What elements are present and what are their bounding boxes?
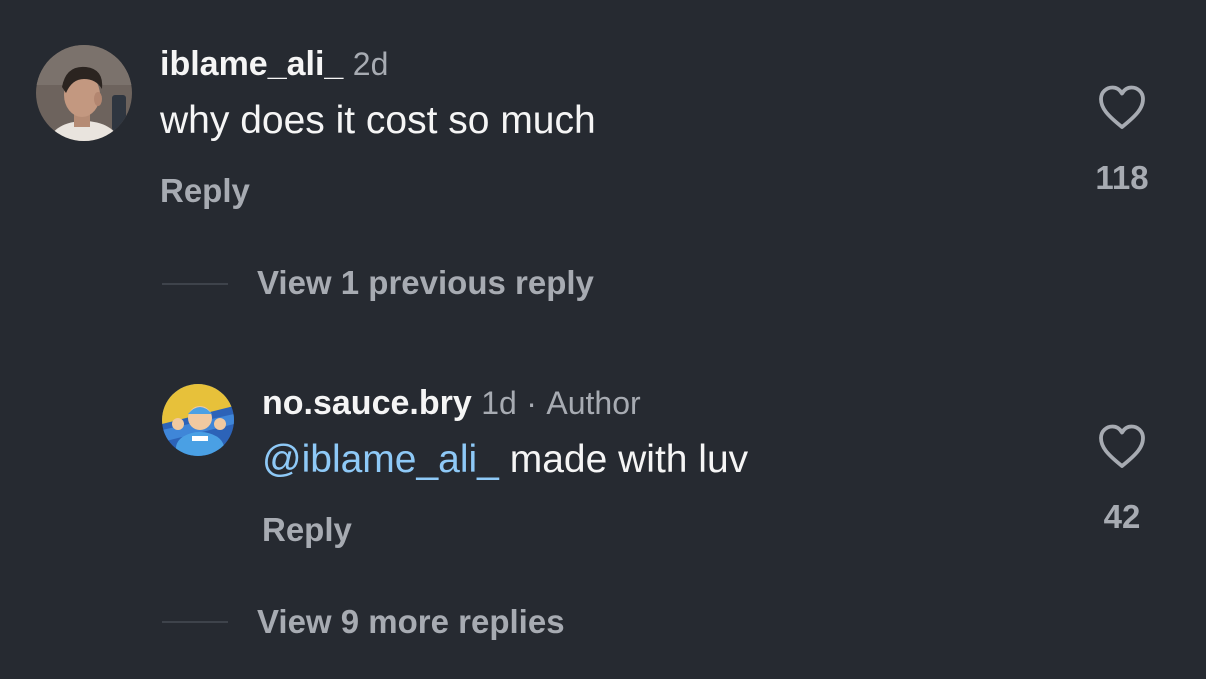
- like-count: 42: [1103, 498, 1141, 535]
- meta-separator: ·: [526, 385, 537, 421]
- mention-link[interactable]: @iblame_ali_: [262, 438, 499, 481]
- thread-line: [162, 621, 228, 623]
- comment-text: @iblame_ali_ made with luv: [262, 437, 748, 483]
- comment-time: 2d: [352, 46, 389, 82]
- avatar[interactable]: [162, 384, 234, 456]
- profile-photo-avatar-icon: [36, 45, 132, 141]
- heart-outline-icon: [1099, 85, 1145, 129]
- username-text[interactable]: iblame_ali_: [160, 45, 343, 83]
- cartoon-avatar-icon: [162, 384, 234, 456]
- comments-panel: iblame_ali_ 2d why does it cost so much …: [0, 0, 1206, 679]
- like-count: 118: [1095, 159, 1149, 196]
- heart-outline-icon: [1099, 424, 1145, 468]
- comment-body: made with luv: [498, 438, 749, 481]
- reply-button[interactable]: Reply: [262, 510, 352, 550]
- thread-line: [162, 283, 228, 285]
- comment-username[interactable]: no.sauce.bry 1d · Author: [262, 383, 641, 423]
- comment-text: why does it cost so much: [160, 99, 596, 142]
- avatar[interactable]: [36, 45, 132, 141]
- like-button[interactable]: [1097, 84, 1147, 132]
- author-badge: Author: [546, 385, 641, 421]
- reply-button[interactable]: Reply: [160, 171, 250, 211]
- view-previous-replies-button[interactable]: View 1 previous reply: [257, 263, 594, 303]
- like-button[interactable]: [1097, 423, 1147, 471]
- view-more-replies-button[interactable]: View 9 more replies: [257, 602, 565, 642]
- comment-username[interactable]: iblame_ali_ 2d: [160, 44, 388, 84]
- comment-time: 1d: [481, 385, 517, 421]
- username-text[interactable]: no.sauce.bry: [262, 384, 472, 422]
